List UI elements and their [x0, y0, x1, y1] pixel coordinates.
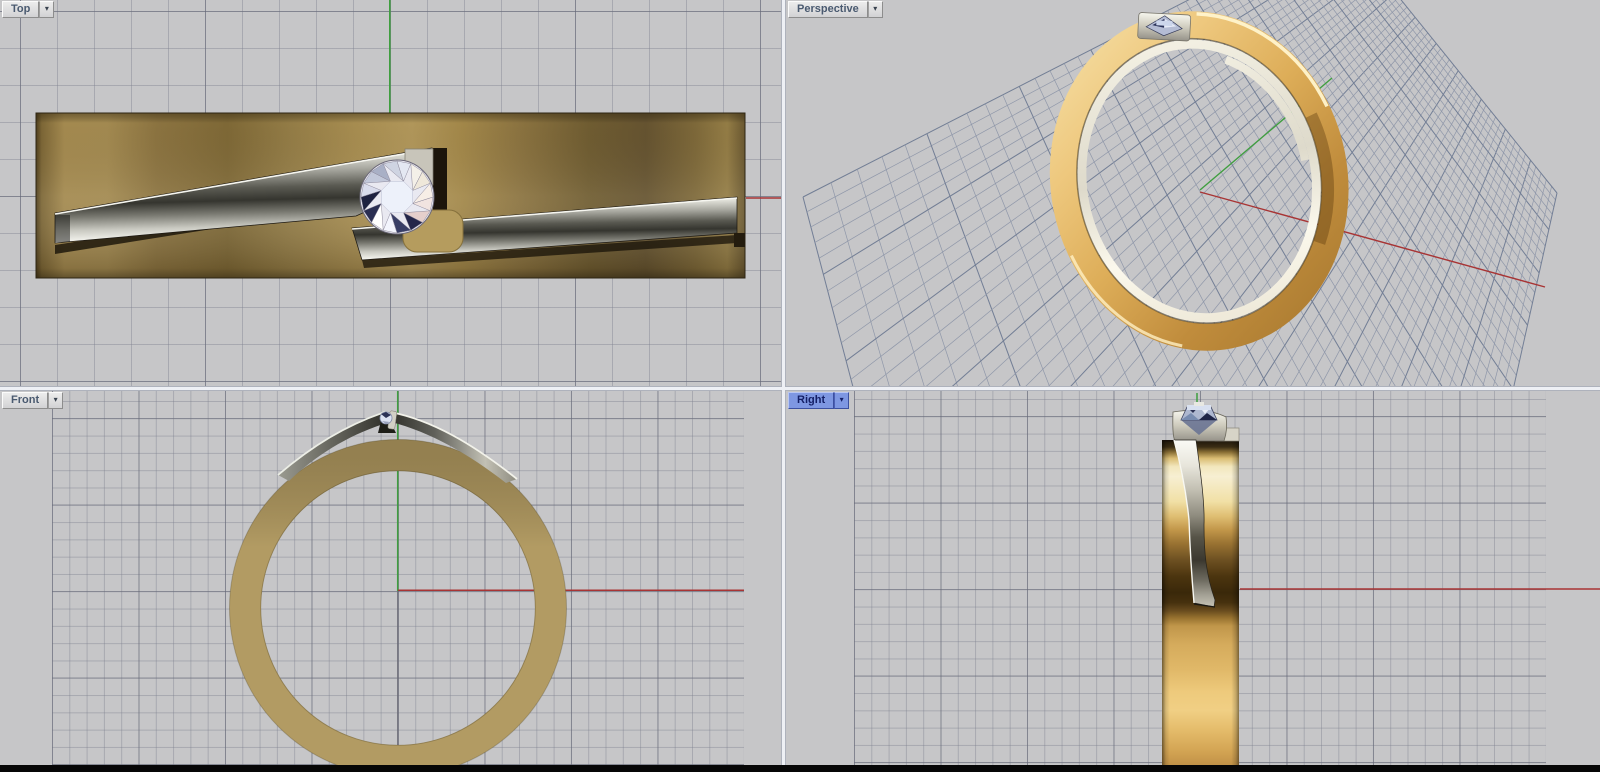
chevron-down-icon[interactable]: ▾: [834, 392, 849, 409]
tab-perspective[interactable]: Perspective ▾: [788, 1, 883, 18]
chevron-down-icon[interactable]: ▾: [39, 1, 54, 18]
chevron-down-icon[interactable]: ▾: [868, 1, 883, 18]
ring-model-right-view[interactable]: [1162, 402, 1239, 772]
tab-front-label[interactable]: Front: [2, 392, 48, 409]
tab-right-label[interactable]: Right: [788, 392, 834, 409]
tab-front[interactable]: Front ▾: [2, 392, 63, 409]
viewport-right[interactable]: Right ▾: [786, 391, 1600, 772]
tab-perspective-label[interactable]: Perspective: [788, 1, 868, 18]
tab-top-label[interactable]: Top: [2, 1, 39, 18]
cad-app-window: Top ▾: [0, 0, 1600, 772]
tab-right[interactable]: Right ▾: [788, 392, 849, 409]
y-axis-top-view: [389, 0, 391, 113]
perspective-canvas: [786, 0, 1600, 386]
bezel-perspective: [1138, 12, 1191, 41]
band-slot: [433, 148, 447, 218]
ring-model-top-view[interactable]: [36, 113, 745, 278]
viewport-front[interactable]: Front ▾: [0, 391, 781, 772]
tab-top[interactable]: Top ▾: [2, 1, 54, 18]
viewport-perspective[interactable]: Perspective ▾: [786, 0, 1600, 386]
viewport-top[interactable]: Top ▾: [0, 0, 781, 386]
chevron-down-icon[interactable]: ▾: [48, 392, 63, 409]
right-view-canvas: [786, 391, 1600, 772]
diamond-top-view: [360, 160, 434, 234]
top-view-canvas: [0, 0, 781, 386]
bottom-black-bar: [0, 765, 1600, 772]
front-view-canvas: [0, 391, 781, 772]
